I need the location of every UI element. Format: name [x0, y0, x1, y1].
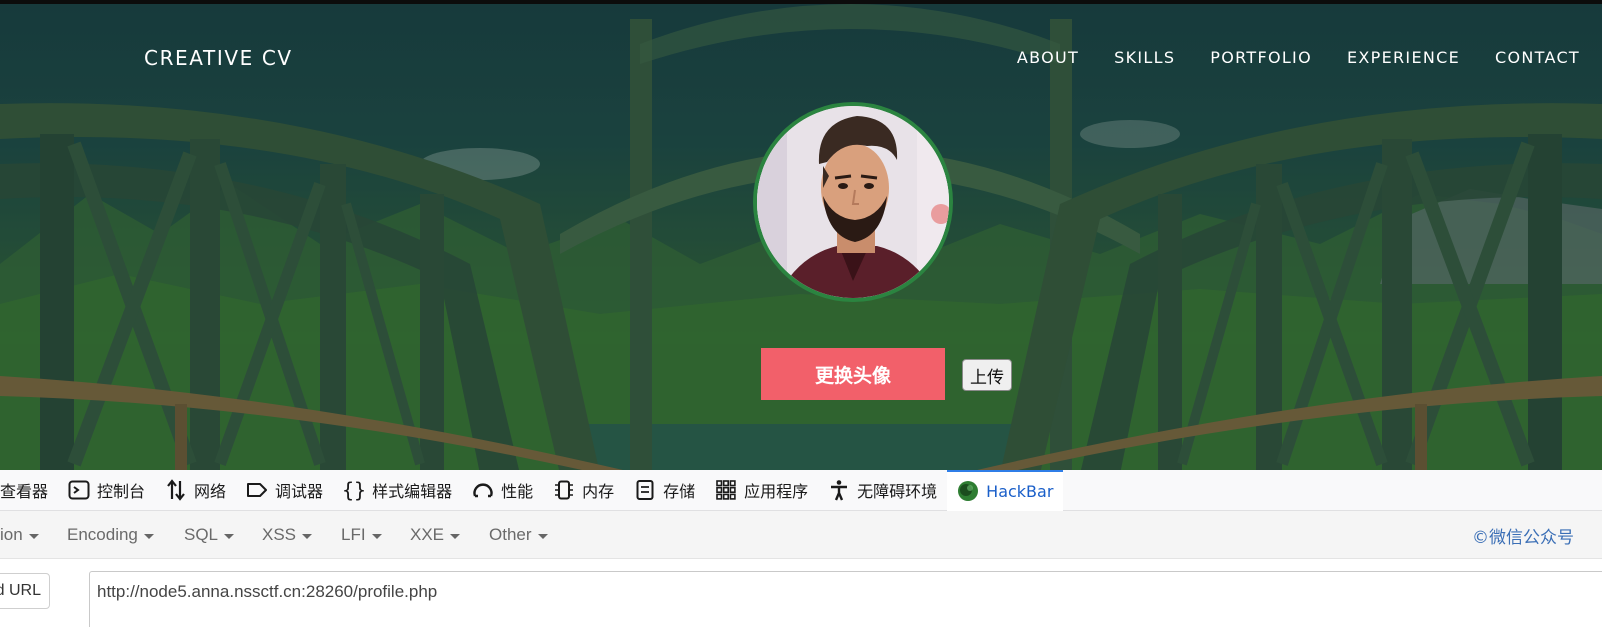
console-icon — [68, 479, 90, 501]
tab-network[interactable]: 网络 — [155, 470, 236, 511]
menu-lfi-label: LFI — [341, 525, 366, 544]
tab-hackbar-label: HackBar — [986, 481, 1054, 501]
tab-console-label: 控制台 — [97, 482, 146, 501]
tab-performance-label: 性能 — [501, 482, 534, 501]
url-input[interactable]: http://node5.anna.nssctf.cn:28260/profil… — [89, 571, 1602, 627]
tab-inspector[interactable]: 查看器 — [0, 470, 58, 511]
nav-about[interactable]: ABOUT — [1017, 48, 1079, 67]
caret-down-icon — [371, 533, 382, 539]
menu-xxe-label: XXE — [410, 525, 445, 544]
main-nav: ABOUT SKILLS PORTFOLIO EXPERIENCE CONTAC… — [1017, 48, 1580, 67]
change-avatar-button[interactable]: 更换头像 — [761, 348, 945, 400]
tab-network-label: 网络 — [194, 482, 227, 501]
tab-memory[interactable]: 内存 — [543, 470, 624, 511]
menu-sql-label: SQL — [184, 525, 219, 544]
performance-icon — [472, 479, 494, 501]
menu-xss-label: XSS — [262, 525, 297, 544]
tab-style-editor[interactable]: {} 样式编辑器 — [333, 470, 462, 511]
menu-other-label: Other — [489, 525, 532, 544]
caret-down-icon — [28, 533, 39, 539]
menu-xxe[interactable]: XXE — [410, 511, 461, 559]
menu-other[interactable]: Other — [489, 511, 548, 559]
nav-experience[interactable]: EXPERIENCE — [1347, 48, 1460, 67]
menu-encryption[interactable]: ion — [0, 511, 39, 559]
avatar-portrait-image — [757, 106, 949, 298]
hero-section: CREATIVE CV ABOUT SKILLS PORTFOLIO EXPER… — [0, 0, 1602, 470]
application-icon — [715, 479, 737, 501]
menu-encoding[interactable]: Encoding — [67, 511, 154, 559]
nav-skills[interactable]: SKILLS — [1114, 48, 1175, 67]
style-editor-icon: {} — [342, 478, 367, 502]
nav-contact[interactable]: CONTACT — [1495, 48, 1580, 67]
caret-down-icon — [450, 533, 461, 539]
tab-application[interactable]: 应用程序 — [705, 470, 818, 511]
wechat-watermark: ©微信公众号 — [1472, 527, 1574, 548]
tab-console[interactable]: 控制台 — [58, 470, 155, 511]
tab-hackbar[interactable]: HackBar — [947, 469, 1064, 511]
tab-accessibility-label: 无障碍环境 — [857, 482, 938, 501]
tab-inspector-label: 查看器 — [0, 482, 49, 501]
memory-icon — [553, 479, 575, 501]
storage-icon — [634, 479, 656, 501]
tab-storage[interactable]: 存储 — [624, 470, 705, 511]
network-icon — [165, 479, 187, 501]
caret-down-icon — [224, 533, 235, 539]
debugger-icon — [246, 479, 268, 501]
tab-accessibility[interactable]: 无障碍环境 — [818, 470, 947, 511]
tab-debugger-label: 调试器 — [275, 482, 324, 501]
menu-encryption-label: ion — [0, 525, 23, 544]
tab-performance[interactable]: 性能 — [462, 470, 543, 511]
tab-memory-label: 内存 — [582, 482, 615, 501]
caret-down-icon — [302, 533, 313, 539]
tab-debugger[interactable]: 调试器 — [236, 470, 333, 511]
nav-portfolio[interactable]: PORTFOLIO — [1210, 48, 1312, 67]
menu-encoding-label: Encoding — [67, 525, 138, 544]
menu-sql[interactable]: SQL — [184, 511, 235, 559]
hackbar-menu: ion Encoding SQL XSS LFI XXE Other ©微信公众… — [0, 511, 1602, 559]
hackbar-url-area: d URL http://node5.anna.nssctf.cn:28260/… — [0, 559, 1602, 627]
profile-avatar — [753, 102, 953, 302]
tab-storage-label: 存储 — [663, 482, 696, 501]
site-brand[interactable]: CREATIVE CV — [144, 46, 293, 70]
caret-down-icon — [143, 533, 154, 539]
menu-xss[interactable]: XSS — [262, 511, 313, 559]
accessibility-icon — [828, 479, 850, 501]
load-url-button[interactable]: d URL — [0, 573, 50, 609]
upload-button[interactable]: 上传 — [962, 359, 1012, 391]
tab-application-label: 应用程序 — [744, 482, 809, 501]
caret-down-icon — [537, 533, 548, 539]
devtools-tab-bar: 查看器 控制台 网络 调试器 {} 样式编辑器 性能 内存 存储 应用程序 无障… — [0, 469, 1602, 511]
tab-style-editor-label: 样式编辑器 — [372, 482, 453, 501]
menu-lfi[interactable]: LFI — [341, 511, 382, 559]
hackbar-icon — [957, 480, 979, 502]
